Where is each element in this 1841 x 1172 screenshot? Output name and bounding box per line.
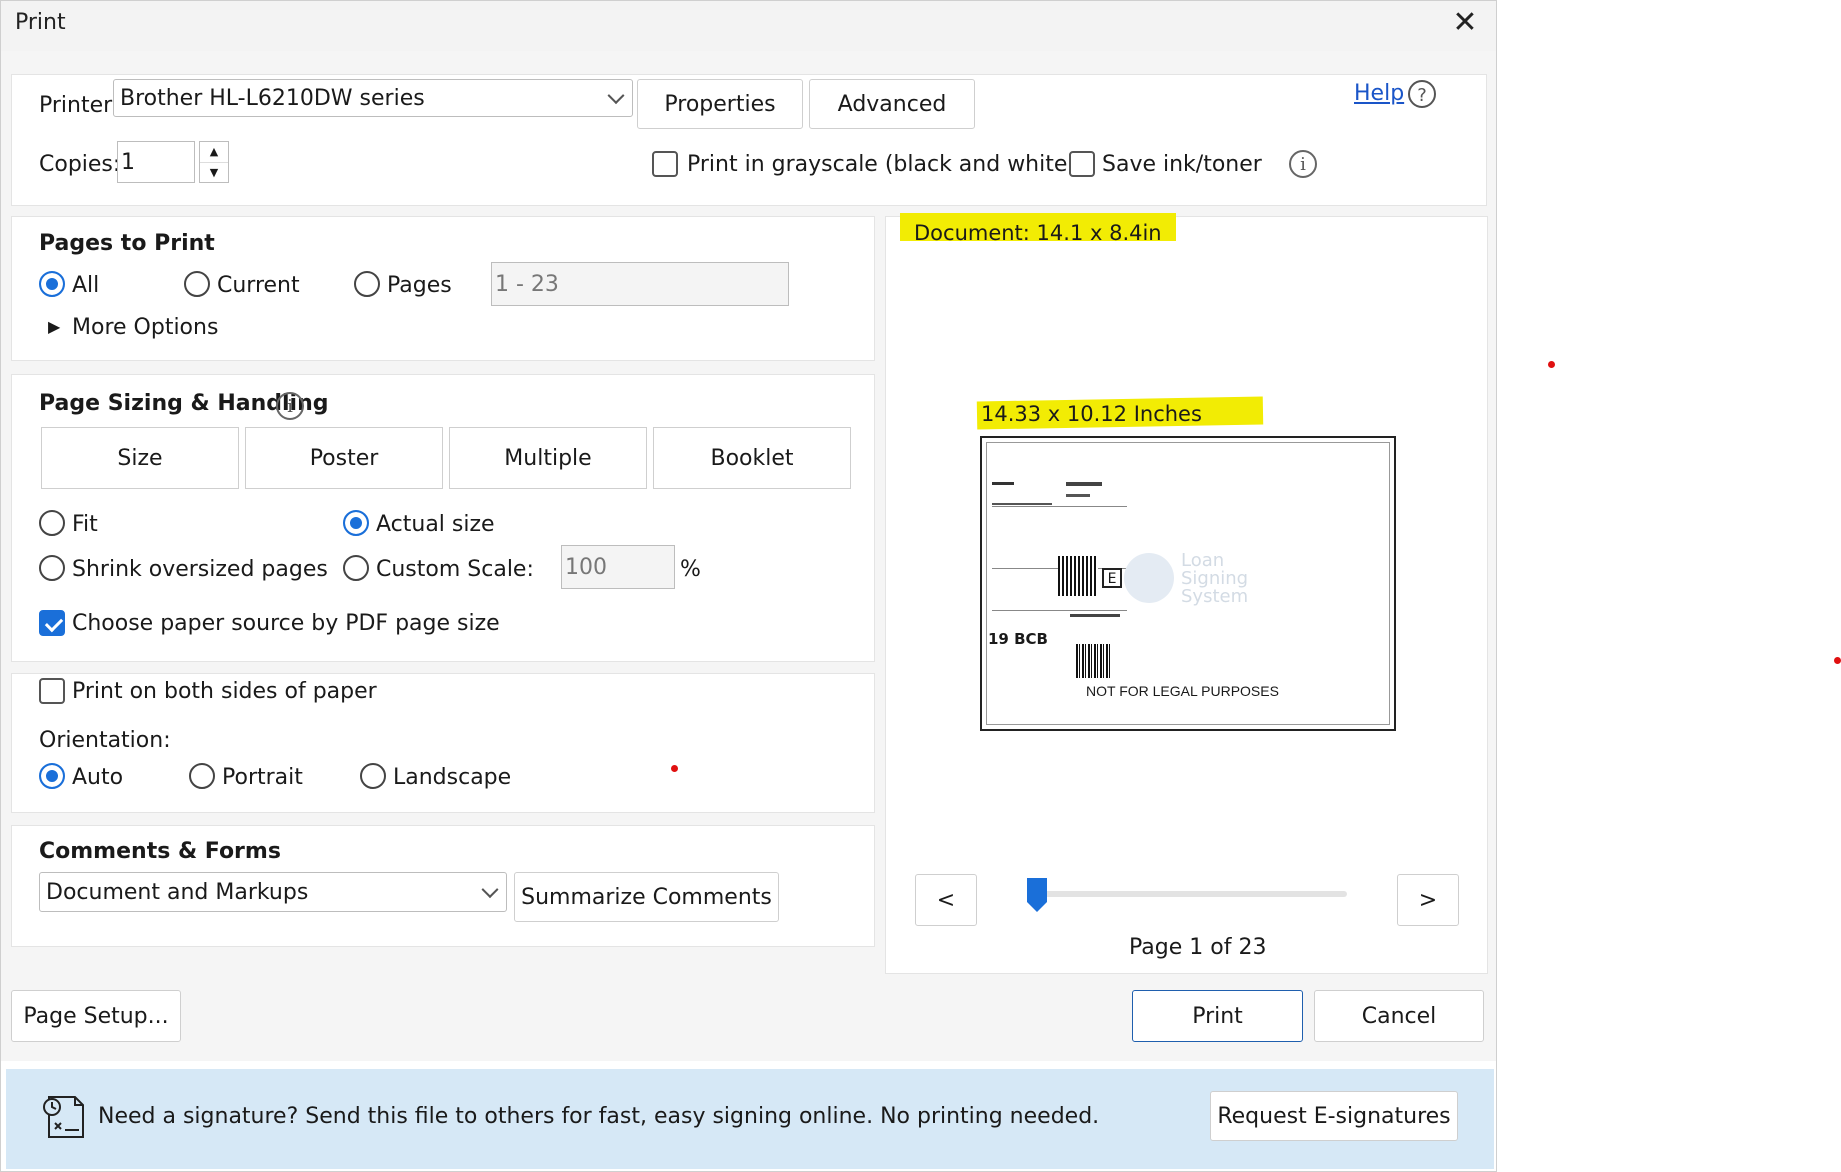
- radio-fit[interactable]: [39, 510, 65, 536]
- print-dialog: Print ✕ Printer: Brother HL-L6210DW seri…: [0, 0, 1497, 1172]
- save-ink-label: Save ink/toner: [1102, 152, 1262, 177]
- grayscale-label: Print in grayscale (black and white): [687, 152, 1076, 177]
- grayscale-checkbox[interactable]: [652, 151, 678, 177]
- printer-selected: Brother HL-L6210DW series: [120, 85, 425, 111]
- both-sides-label: Print on both sides of paper: [72, 679, 377, 704]
- radio-actual-size[interactable]: [343, 510, 369, 536]
- title-bar: Print ✕: [1, 1, 1496, 51]
- help-icon[interactable]: ?: [1408, 80, 1436, 108]
- label-text-line: [1070, 614, 1120, 617]
- paper-source-label: Choose paper source by PDF page size: [72, 611, 500, 636]
- radio-all-label: All: [72, 273, 100, 298]
- banner-message: Need a signature? Send this file to othe…: [98, 1104, 1100, 1129]
- percent-sign: %: [680, 557, 701, 582]
- label-text-line: [1066, 494, 1090, 497]
- properties-button[interactable]: Properties: [637, 79, 803, 129]
- page-slider-track[interactable]: [1027, 891, 1347, 897]
- page-preview-thumbnail: E 19 BCB Loan Signing System NOT FOR LEG…: [980, 436, 1396, 731]
- request-esignatures-button[interactable]: Request E-signatures: [1210, 1091, 1458, 1141]
- copies-label: Copies:: [39, 152, 121, 177]
- both-sides-checkbox[interactable]: [39, 678, 65, 704]
- close-icon[interactable]: ✕: [1447, 5, 1483, 41]
- label-text-line: [992, 503, 1052, 505]
- save-ink-checkbox[interactable]: [1069, 151, 1095, 177]
- red-dot-marker: [671, 765, 678, 772]
- tab-size[interactable]: Size: [41, 427, 239, 489]
- watermark-logo-icon: [1124, 553, 1174, 603]
- more-options-link[interactable]: More Options: [72, 315, 218, 340]
- custom-scale-input[interactable]: 100: [561, 545, 675, 589]
- pages-to-print-title: Pages to Print: [39, 231, 215, 256]
- red-dot-marker: [1834, 657, 1841, 664]
- comments-forms-select[interactable]: Document and Markups: [39, 872, 507, 912]
- radio-portrait-label: Portrait: [222, 765, 303, 790]
- radio-current-label: Current: [217, 273, 300, 298]
- cancel-button[interactable]: Cancel: [1314, 990, 1484, 1042]
- label-text-line: [1066, 482, 1102, 486]
- radio-orientation-landscape[interactable]: [360, 763, 386, 789]
- comments-forms-selected: Document and Markups: [46, 879, 309, 905]
- copies-input[interactable]: 1: [117, 141, 195, 183]
- radio-actual-size-label: Actual size: [376, 512, 495, 537]
- radio-fit-label: Fit: [72, 512, 98, 537]
- preview-footer-text: NOT FOR LEGAL PURPOSES: [1086, 683, 1279, 699]
- help-link[interactable]: Help: [1354, 81, 1404, 106]
- radio-custom-scale-label: Custom Scale:: [376, 557, 534, 582]
- radio-auto-label: Auto: [72, 765, 124, 790]
- watermark-line3: System: [1181, 586, 1249, 607]
- qr-code-icon: [1058, 556, 1098, 596]
- radio-orientation-portrait[interactable]: [189, 763, 215, 789]
- pages-range-input[interactable]: 1 - 23: [491, 262, 789, 306]
- advanced-button[interactable]: Advanced: [809, 79, 975, 129]
- radio-pages-label: Pages: [387, 273, 452, 298]
- tab-poster[interactable]: Poster: [245, 427, 443, 489]
- print-button[interactable]: Print: [1132, 990, 1303, 1042]
- info-icon[interactable]: i: [1289, 150, 1317, 178]
- paper-size-label: 14.33 x 10.12 Inches: [981, 402, 1202, 426]
- service-logo-icon: E: [1102, 568, 1122, 588]
- label-divider: [992, 506, 1127, 507]
- radio-custom-scale[interactable]: [343, 555, 369, 581]
- red-dot-marker: [1548, 361, 1555, 368]
- summarize-comments-button[interactable]: Summarize Comments: [514, 872, 779, 922]
- slider-thumb-shape: [1027, 878, 1047, 912]
- next-page-button[interactable]: >: [1397, 874, 1459, 926]
- radio-all[interactable]: [39, 271, 65, 297]
- barcode-icon: [1076, 644, 1112, 678]
- tab-multiple[interactable]: Multiple: [449, 427, 647, 489]
- label-text-line: [992, 482, 1014, 485]
- comments-forms-title: Comments & Forms: [39, 839, 281, 864]
- page-sizing-info-icon[interactable]: i: [276, 392, 304, 420]
- stepper-down-icon[interactable]: ▼: [200, 163, 228, 183]
- document-size-label: Document: 14.1 x 8.4in: [914, 221, 1162, 245]
- page-setup-button[interactable]: Page Setup...: [11, 990, 181, 1042]
- tab-booklet[interactable]: Booklet: [653, 427, 851, 489]
- stepper-up-icon[interactable]: ▲: [200, 142, 228, 163]
- radio-current[interactable]: [184, 271, 210, 297]
- chevron-down-icon: [607, 87, 625, 105]
- chevron-down-icon: [481, 881, 499, 899]
- radio-shrink-label: Shrink oversized pages: [72, 557, 328, 582]
- radio-pages[interactable]: [354, 271, 380, 297]
- radio-shrink[interactable]: [39, 555, 65, 581]
- copies-stepper[interactable]: ▲ ▼: [199, 141, 229, 183]
- window-title: Print: [15, 10, 66, 35]
- printer-label: Printer:: [39, 93, 120, 118]
- expand-triangle-icon[interactable]: ▶: [48, 317, 60, 336]
- page-slider-thumb[interactable]: [1025, 876, 1049, 914]
- signature-document-icon: [39, 1093, 89, 1141]
- radio-orientation-auto[interactable]: [39, 763, 65, 789]
- label-divider: [992, 610, 1127, 611]
- orientation-label: Orientation:: [39, 728, 171, 753]
- page-indicator: Page 1 of 23: [1129, 935, 1267, 960]
- paper-source-checkbox[interactable]: [39, 610, 65, 636]
- radio-landscape-label: Landscape: [393, 765, 512, 790]
- label-code: 19 BCB: [988, 630, 1048, 648]
- prev-page-button[interactable]: <: [915, 874, 977, 926]
- printer-select[interactable]: Brother HL-L6210DW series: [113, 79, 633, 117]
